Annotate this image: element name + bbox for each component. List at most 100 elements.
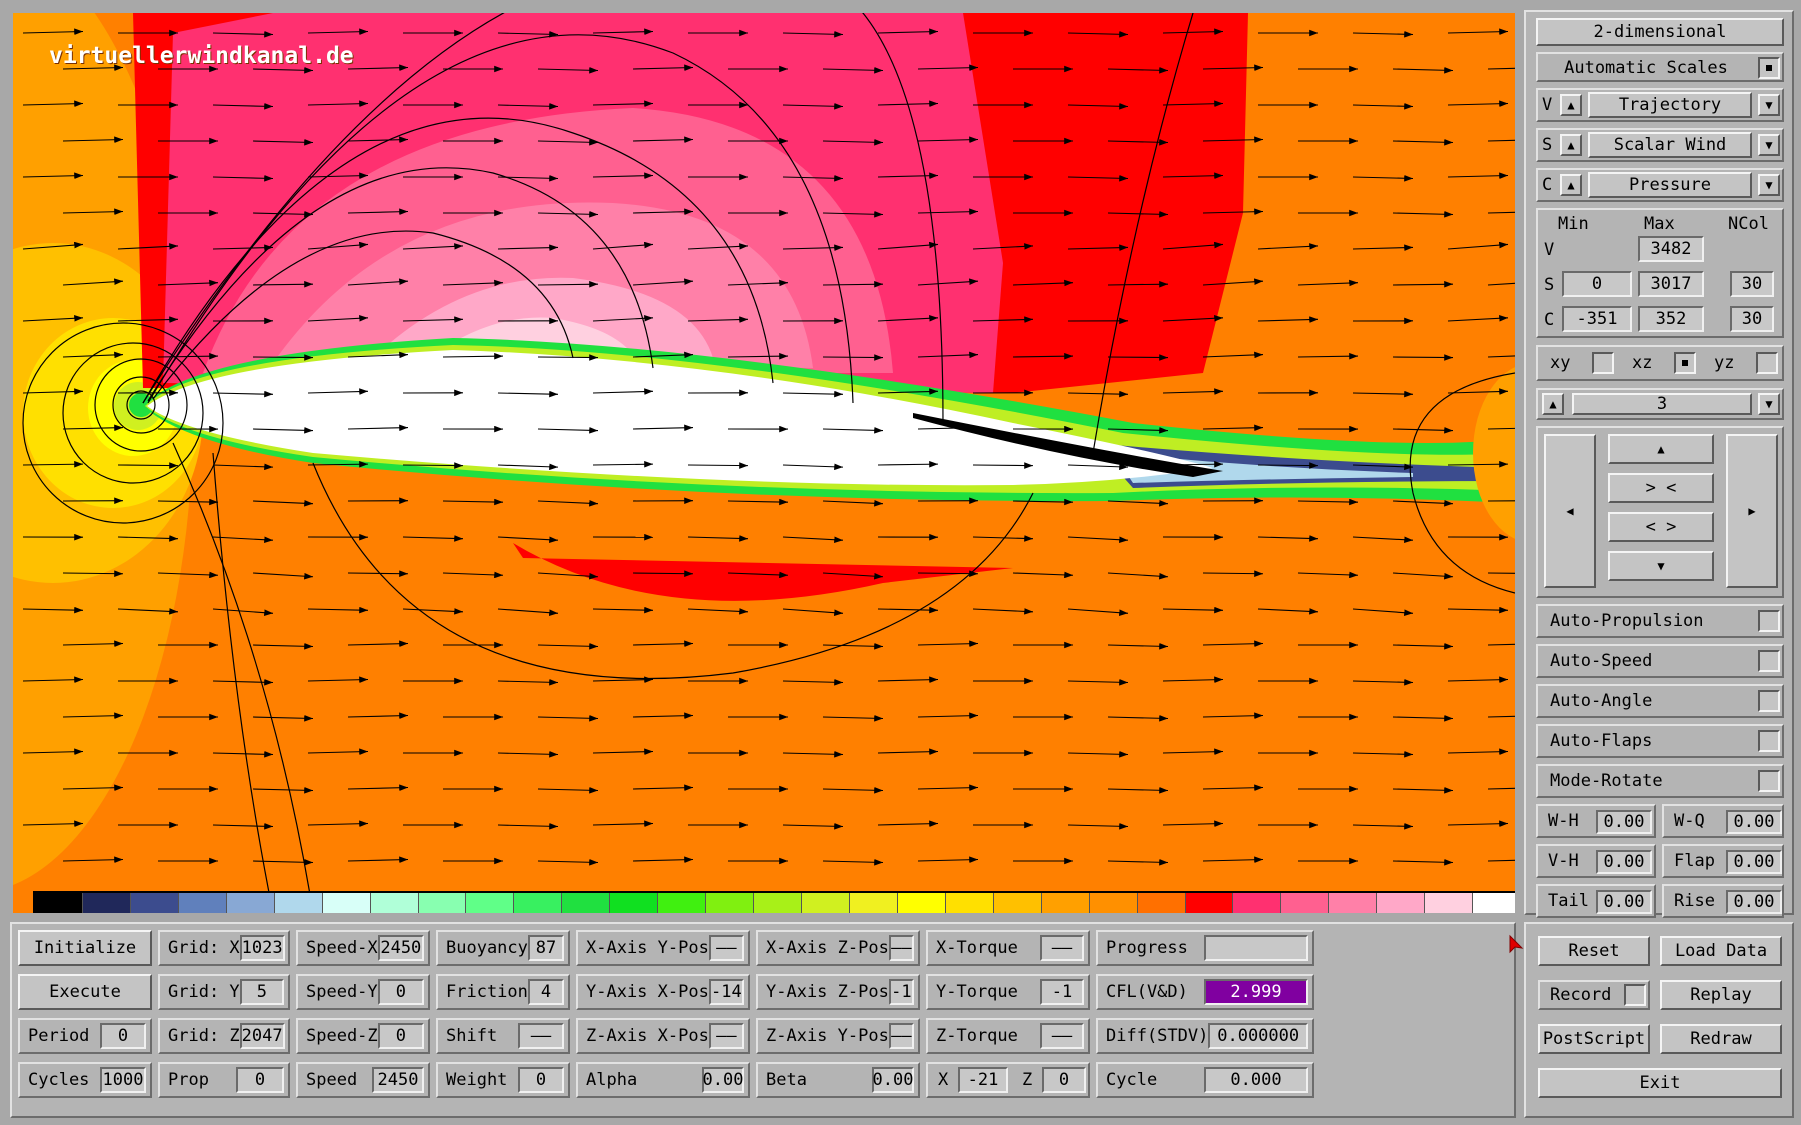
view-mode-button[interactable]: 2-dimensional (1536, 18, 1784, 46)
exit-button[interactable]: Exit (1538, 1068, 1782, 1098)
param-value[interactable]: 0.00 (1726, 850, 1782, 874)
x-value[interactable]: -21 (958, 1067, 1008, 1093)
streamline-arrow (1202, 640, 1264, 648)
cell-value[interactable]: 0.00 (872, 1067, 914, 1093)
scale-ncol-field[interactable]: 30 (1730, 306, 1774, 332)
cell-value[interactable]: 0 (236, 1067, 284, 1093)
prev-arrow-icon[interactable]: ▲ (1560, 94, 1582, 116)
cell-value[interactable]: 0.00 (702, 1067, 744, 1093)
param-value[interactable]: 0.00 (1596, 850, 1652, 874)
zoom-in-button[interactable]: > < (1608, 473, 1714, 503)
toggle-mode-rotate[interactable]: Mode-Rotate (1536, 764, 1784, 798)
colorbar-swatch (514, 893, 563, 913)
pan-right-button[interactable]: ▶ (1726, 434, 1778, 588)
z-value[interactable]: 0 (1042, 1067, 1086, 1093)
cell-y-axis-z-pos: Y-Axis Z-Pos -1 (756, 974, 920, 1010)
pan-left-button[interactable]: ◀ (1544, 434, 1596, 588)
cell-value[interactable]: 0.000000 (1208, 1023, 1308, 1049)
cell-value[interactable]: 87 (527, 935, 564, 961)
toggle-checkbox[interactable] (1758, 610, 1780, 632)
cell-value[interactable]: 2047 (239, 1023, 285, 1049)
cell-value[interactable]: 0 (518, 1067, 564, 1093)
cell-label: Y-Axis X-Pos (586, 982, 709, 1002)
cell-value[interactable]: 2450 (377, 935, 424, 961)
cell-value[interactable]: -14 (708, 979, 744, 1005)
scale-ncol-field[interactable]: 30 (1730, 271, 1774, 297)
cell-label: Cycle (1106, 1070, 1158, 1090)
cell-value[interactable]: 0 (377, 979, 424, 1005)
layer-value[interactable]: 3 (1572, 393, 1752, 415)
cell-value[interactable]: 4 (527, 979, 564, 1005)
streamline-arrow (1392, 138, 1454, 146)
param-value[interactable]: 0.00 (1726, 810, 1782, 834)
streamline-arrow (917, 640, 979, 648)
toggle-checkbox[interactable] (1758, 650, 1780, 672)
cell-value[interactable]: —— (518, 1023, 564, 1049)
cell-value[interactable]: 1023 (239, 935, 285, 961)
cell-value[interactable]: —— (888, 935, 914, 961)
plane-radio-yz[interactable] (1756, 352, 1778, 374)
scale-max-field[interactable]: 3017 (1638, 271, 1704, 297)
cell-value[interactable]: 5 (239, 979, 284, 1005)
postscript-button[interactable]: PostScript (1538, 1024, 1650, 1054)
load-data-button[interactable]: Load Data (1660, 936, 1782, 966)
scale-min-field[interactable]: -351 (1562, 306, 1632, 332)
toggle-auto-angle[interactable]: Auto-Angle (1536, 684, 1784, 718)
toggle-auto-speed[interactable]: Auto-Speed (1536, 644, 1784, 678)
initialize-button[interactable]: Initialize (18, 930, 152, 966)
streamline-arrow (1447, 28, 1509, 36)
dropdown-arrow-icon[interactable]: ▼ (1758, 134, 1780, 156)
zoom-out-button[interactable]: < > (1608, 512, 1714, 542)
pan-down-button[interactable]: ▼ (1608, 551, 1714, 581)
cell-value[interactable]: 0.000 (1204, 1067, 1308, 1093)
param-value[interactable]: 0.00 (1596, 810, 1652, 834)
prev-arrow-icon[interactable]: ▲ (1560, 174, 1582, 196)
cell-value[interactable]: —— (708, 1023, 744, 1049)
redraw-button[interactable]: Redraw (1660, 1024, 1782, 1054)
cell-value[interactable]: -1 (1040, 979, 1084, 1005)
scale-min-field[interactable]: 0 (1562, 271, 1632, 297)
cell-value[interactable]: -1 (888, 979, 914, 1005)
auto-scales-checkbox[interactable] (1758, 57, 1780, 79)
toggle-auto-flaps[interactable]: Auto-Flaps (1536, 724, 1784, 758)
param-value[interactable]: 0.00 (1596, 890, 1652, 914)
selector-value-s[interactable]: Scalar Wind (1588, 132, 1752, 158)
selector-value-v[interactable]: Trajectory (1588, 92, 1752, 118)
layer-up-button[interactable]: ▲ (1542, 393, 1564, 415)
flow-visualization[interactable]: virtuellerwindkanal.de (13, 13, 1515, 913)
param-value[interactable]: 0.00 (1726, 890, 1782, 914)
cell-value[interactable]: 2450 (372, 1067, 424, 1093)
selector-value-c[interactable]: Pressure (1588, 172, 1752, 198)
cell-value[interactable]: 1000 (100, 1067, 146, 1093)
cell-value[interactable]: —— (1040, 1023, 1084, 1049)
toggle-checkbox[interactable] (1758, 730, 1780, 752)
streamline-arrow (1487, 715, 1515, 718)
replay-button[interactable]: Replay (1660, 980, 1782, 1010)
plane-radio-xz[interactable] (1674, 352, 1696, 374)
cell-value[interactable]: 2.999 (1204, 979, 1308, 1005)
scale-max-field[interactable]: 3482 (1638, 236, 1704, 262)
dropdown-arrow-icon[interactable]: ▼ (1758, 174, 1780, 196)
streamline-arrow (1487, 859, 1515, 862)
dropdown-arrow-icon[interactable]: ▼ (1758, 94, 1780, 116)
pan-up-button[interactable]: ▲ (1608, 434, 1714, 464)
cell-value[interactable]: —— (888, 1023, 914, 1049)
scale-max-field[interactable]: 352 (1638, 306, 1704, 332)
toggle-checkbox[interactable] (1758, 690, 1780, 712)
record-toggle[interactable]: Record (1538, 980, 1650, 1010)
prev-arrow-icon[interactable]: ▲ (1560, 134, 1582, 156)
cell-value[interactable]: 0 (377, 1023, 424, 1049)
execute-button[interactable]: Execute (18, 974, 152, 1010)
layer-down-button[interactable]: ▼ (1758, 393, 1780, 415)
cell-x-torque: X-Torque —— (926, 930, 1090, 966)
record-checkbox[interactable] (1624, 984, 1646, 1006)
cell-value[interactable] (1204, 935, 1308, 961)
cell-value[interactable]: 0 (100, 1023, 146, 1049)
plane-radio-xy[interactable] (1592, 352, 1614, 374)
cell-value[interactable]: —— (1040, 935, 1084, 961)
cell-value[interactable]: —— (708, 935, 744, 961)
toggle-auto-propulsion[interactable]: Auto-Propulsion (1536, 604, 1784, 638)
reset-button[interactable]: Reset (1538, 936, 1650, 966)
toggle-checkbox[interactable] (1758, 770, 1780, 792)
streamline-arrow (782, 608, 844, 616)
